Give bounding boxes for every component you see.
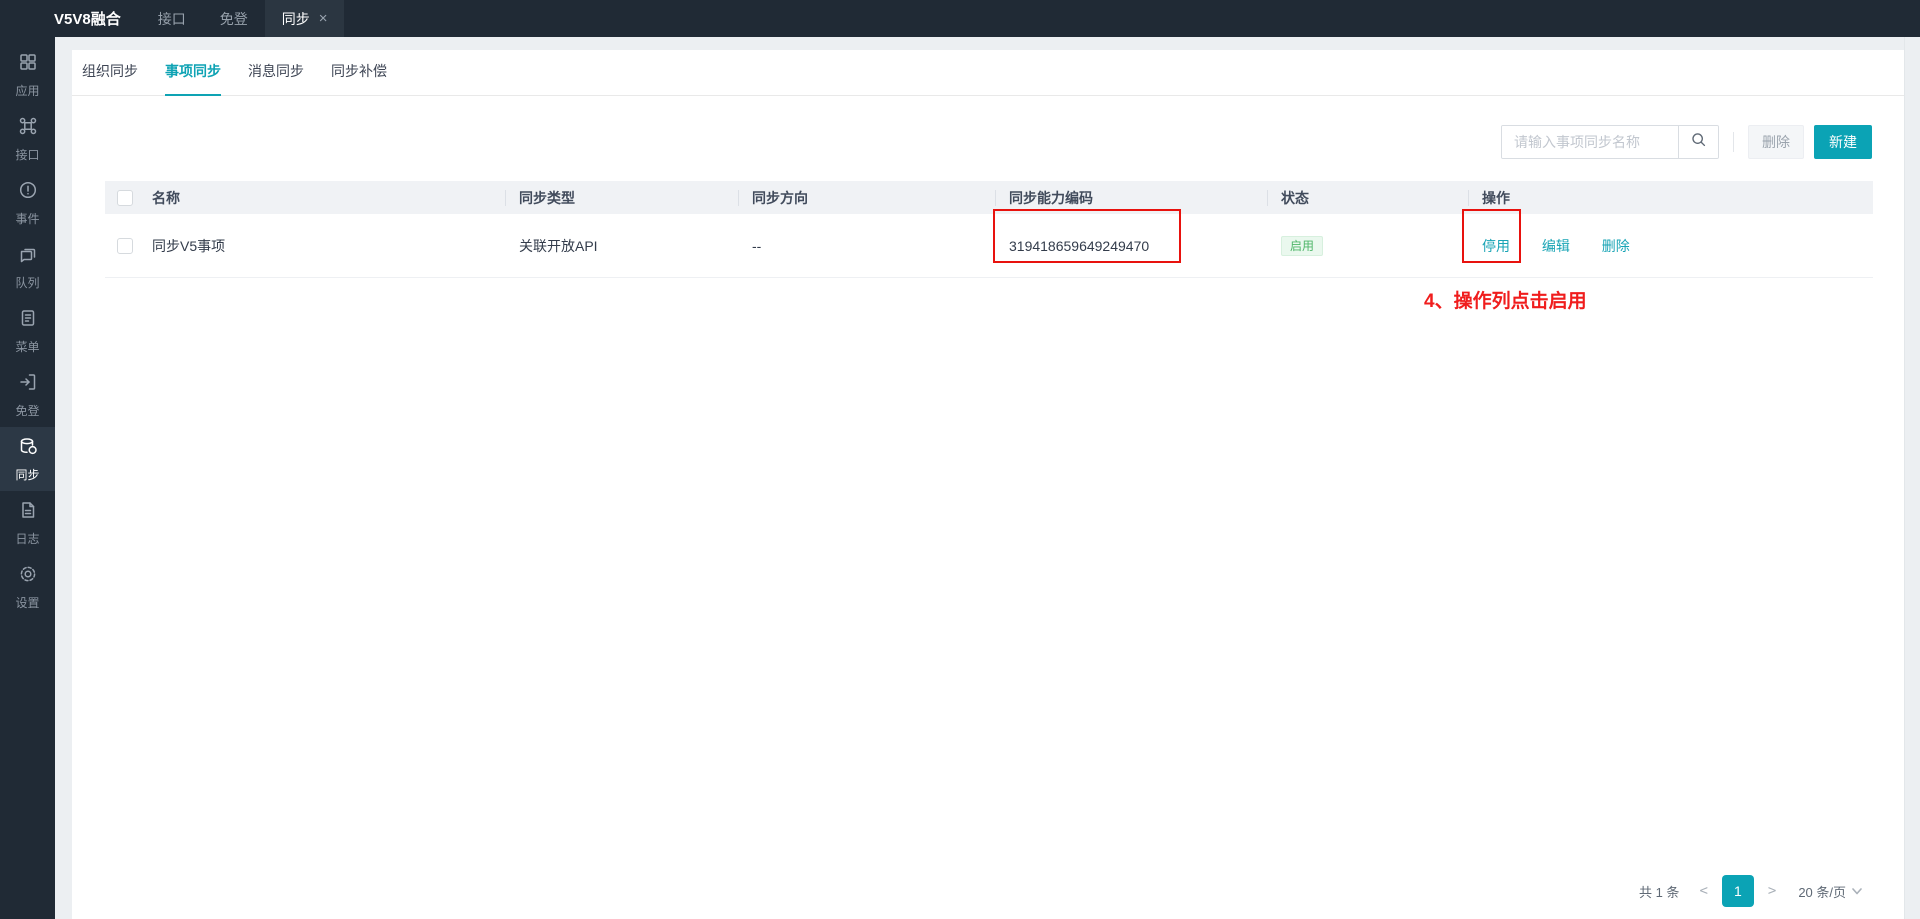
toolbar: 删除 新建 — [72, 125, 1904, 159]
content-tabbar: 组织同步 事项同步 消息同步 同步补偿 — [72, 50, 1904, 96]
cell-name: 同步V5事项 — [152, 237, 226, 254]
sidebar-item-label: 设置 — [15, 595, 40, 610]
row-checkbox[interactable] — [117, 237, 133, 254]
sidebar-item-event[interactable]: 事件 — [0, 171, 55, 235]
page-size-label: 20 条/页 — [1798, 884, 1846, 900]
select-all-checkbox[interactable] — [117, 189, 133, 206]
pagination-total: 共 1 条 — [1638, 884, 1680, 900]
sidebar-item-settings[interactable]: 设置 — [0, 555, 55, 619]
status-badge: 启用 — [1281, 235, 1324, 256]
sidebar-item-api[interactable]: 接口 — [0, 107, 55, 171]
sidebar-item-label: 同步 — [15, 467, 40, 482]
log-icon — [18, 500, 38, 525]
toolbar-divider — [1733, 132, 1734, 152]
settings-icon — [18, 564, 38, 589]
prev-page-icon[interactable]: < — [1693, 883, 1713, 899]
sidebar-item-label: 事件 — [15, 211, 40, 226]
cell-status: 启用 — [1281, 235, 1482, 256]
column-header-direction: 同步方向 — [752, 188, 1009, 208]
queue-icon — [18, 244, 38, 269]
delete-button[interactable]: 删除 — [1748, 125, 1804, 159]
cell-code: 319418659649249470 — [1009, 237, 1150, 254]
cell-sync-type: 关联开放API — [519, 237, 598, 254]
sidebar-item-label: 菜单 — [15, 339, 40, 354]
apps-icon — [18, 52, 38, 77]
page-size-select[interactable]: 20 条/页 — [1798, 882, 1862, 901]
cell-actions: 停用 编辑 删除 — [1482, 236, 1873, 256]
topbar: V5V8融合 接口 免登 同步 × — [0, 0, 1920, 37]
login-icon — [18, 372, 38, 397]
menu-icon — [18, 308, 38, 333]
sidebar-item-queue[interactable]: 队列 — [0, 235, 55, 299]
table-header-row: 名称 同步类型 同步方向 同步能力编码 状态 操作 — [105, 181, 1873, 214]
sync-table: 名称 同步类型 同步方向 同步能力编码 状态 操作 同步V5事项 关联开放API… — [105, 181, 1873, 278]
sidebar-item-login[interactable]: 免登 — [0, 363, 55, 427]
column-header-sync-type: 同步类型 — [519, 188, 752, 208]
search-input[interactable] — [1502, 126, 1678, 158]
column-header-status: 状态 — [1281, 188, 1482, 208]
app-title: V5V8融合 — [54, 11, 121, 28]
chevron-down-icon — [1852, 887, 1862, 894]
page-number-button[interactable]: 1 — [1721, 875, 1754, 907]
disable-link[interactable]: 停用 — [1482, 238, 1510, 254]
api-icon — [18, 116, 38, 141]
search-button[interactable] — [1678, 126, 1718, 158]
tab-message-sync[interactable]: 消息同步 — [248, 61, 304, 96]
sidebar-item-sync[interactable]: 同步 — [0, 427, 55, 491]
tab-item-sync[interactable]: 事项同步 — [165, 61, 221, 96]
column-header-action: 操作 — [1482, 188, 1873, 208]
topbar-tab-tongbu[interactable]: 同步 × — [264, 0, 345, 37]
scrollbar[interactable] — [1904, 37, 1920, 919]
sidebar-item-label: 免登 — [15, 403, 40, 418]
page: V5V8融合 接口 免登 同步 × 应用 接口 事件 队列 菜单 免登 同步 日… — [0, 0, 1920, 919]
search-icon — [1690, 131, 1707, 153]
sidebar-item-menu[interactable]: 菜单 — [0, 299, 55, 363]
topbar-tab-label: 同步 — [281, 10, 310, 27]
delete-link[interactable]: 删除 — [1602, 238, 1630, 254]
search-group — [1501, 125, 1719, 159]
column-header-name: 名称 — [152, 189, 180, 206]
topbar-tab-miandeng[interactable]: 免登 — [203, 0, 265, 37]
sidebar-item-log[interactable]: 日志 — [0, 491, 55, 555]
sidebar: 应用 接口 事件 队列 菜单 免登 同步 日志 设置 — [0, 37, 55, 919]
tab-org-sync[interactable]: 组织同步 — [82, 61, 138, 96]
row-checkbox-cell — [105, 237, 152, 254]
close-icon[interactable]: × — [319, 11, 328, 26]
event-icon — [18, 180, 38, 205]
content-card: 组织同步 事项同步 消息同步 同步补偿 删除 新建 名称 同步类型 — [72, 50, 1904, 919]
next-page-icon[interactable]: > — [1762, 883, 1782, 899]
header-checkbox-cell — [105, 189, 152, 206]
sidebar-item-label: 接口 — [15, 147, 40, 162]
sidebar-item-label: 日志 — [15, 531, 40, 546]
sidebar-item-label: 应用 — [15, 83, 40, 98]
topbar-tab-jiekou[interactable]: 接口 — [141, 0, 203, 37]
table-row: 同步V5事项 关联开放API -- 319418659649249470 启用 … — [105, 214, 1873, 278]
create-button[interactable]: 新建 — [1814, 125, 1872, 159]
pagination: 共 1 条 < 1 > 20 条/页 — [1639, 875, 1862, 907]
tab-sync-compensation[interactable]: 同步补偿 — [331, 61, 387, 96]
sync-icon — [18, 436, 38, 461]
edit-link[interactable]: 编辑 — [1542, 238, 1570, 254]
sidebar-item-apps[interactable]: 应用 — [0, 43, 55, 107]
step-annotation: 4、操作列点击启用 — [1424, 291, 1587, 312]
column-header-code: 同步能力编码 — [1009, 188, 1281, 208]
cell-direction: -- — [752, 237, 762, 254]
sidebar-item-label: 队列 — [15, 275, 40, 290]
